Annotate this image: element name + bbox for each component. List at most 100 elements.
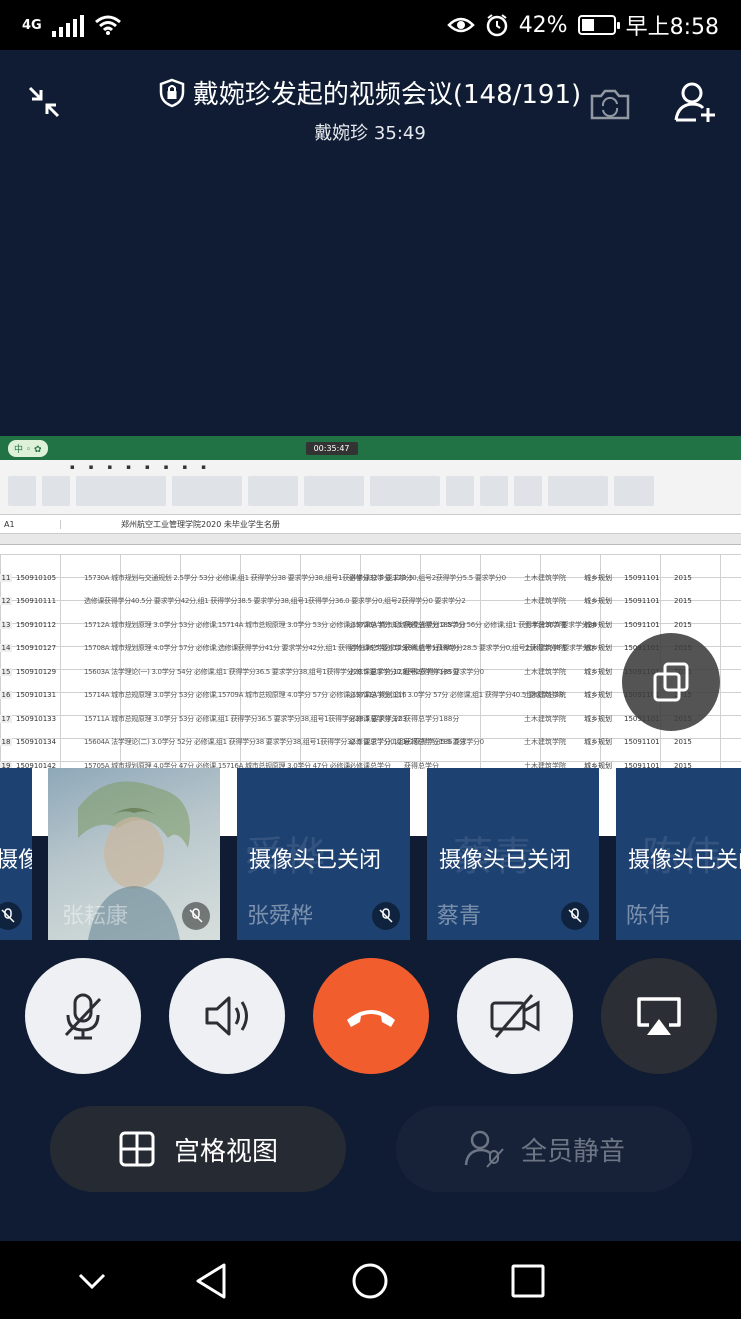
meeting-header: 戴婉珍发起的视频会议(148/191) 戴婉珍 35:49	[0, 50, 741, 160]
mic-off-icon	[372, 902, 400, 930]
camera-off-label: 摄像头已关闭	[0, 848, 32, 873]
meeting-title-row: 戴婉珍发起的视频会议(148/191)	[140, 74, 600, 111]
participant-tile[interactable]: 舜桦 摄像头已关闭 张舜桦	[237, 768, 410, 940]
excel-cell: 选修课获得学分40.5分 要求学分42分,组1 获得学分38.5 要求学分38,…	[84, 597, 466, 606]
participant-tile[interactable]: 陈伟 摄像头已关闭 陈伟	[616, 768, 741, 940]
excel-cell: 土木建筑学院	[524, 573, 566, 582]
excel-cell: 15712A 城市规划原理 3.0学分 53分 必修课,15714A 城市总规原…	[84, 620, 597, 629]
grid-view-label: 宫格视图	[173, 1136, 278, 1167]
excel-cell: 15730A 城市规划与交通规划 2.5学分 53分 必修课,组1 获得学分38…	[84, 573, 506, 582]
excel-cell: 150910133	[16, 714, 57, 723]
excel-cell: 2015	[674, 573, 692, 582]
participant-name: 蔡青	[437, 904, 482, 929]
hide-keyboard-icon[interactable]	[70, 1259, 114, 1303]
meeting-title: 戴婉珍发起的视频会议(148/191)	[192, 80, 582, 110]
camera-switch-icon[interactable]	[588, 86, 632, 122]
excel-cell: 城乡规划	[584, 738, 612, 747]
battery-percent: 42%	[518, 12, 568, 38]
battery-icon	[577, 15, 620, 35]
rotate-screen-icon	[653, 662, 689, 702]
excel-cell: 获得总学分188.5分	[404, 620, 467, 629]
excel-cell: 必修课总学分,123	[349, 714, 407, 723]
mic-off-icon	[0, 902, 22, 930]
excel-cell: 土木建筑学院	[524, 691, 566, 700]
home-icon[interactable]	[348, 1259, 392, 1303]
mute-mic-button[interactable]	[25, 958, 141, 1074]
signal-icon	[51, 13, 84, 37]
participant-tile[interactable]: 摄像头已关闭	[0, 768, 32, 940]
excel-cell: 获得总学分186.5分	[404, 738, 467, 747]
alarm-icon	[486, 14, 507, 37]
excel-cell: 2015	[674, 738, 692, 747]
network-type: 4G	[22, 17, 42, 33]
excel-cell: 土木建筑学院	[524, 714, 566, 723]
excel-ribbon: ▪ ▪ ▪ ▪ ▪ ▪ ▪ ▪	[0, 460, 741, 515]
mute-all-button[interactable]: 全员静音	[396, 1106, 692, 1192]
excel-titlebar: 中 ◦ ✿ 00:35:47	[0, 436, 741, 460]
excel-row: 17 150910133 15711A 城市总规原理 3.0学分 53分 必修课,组…	[0, 707, 741, 731]
excel-cell: 必修课总学分,123.5	[349, 573, 414, 582]
excel-cell: 城乡规划	[584, 597, 612, 606]
excel-cell: 城乡规划	[584, 714, 612, 723]
camera-off-label: 摄像头已关闭	[249, 848, 382, 873]
participant-tile[interactable]: 张耘康	[48, 768, 220, 940]
mute-all-icon	[464, 1130, 504, 1168]
excel-cell: 城乡规划	[584, 644, 612, 653]
excel-row: 13 150910112 15712A 城市规划原理 3.0学分 53分 必修课,1…	[0, 613, 741, 637]
excel-cell: 150910111	[16, 597, 57, 606]
excel-cell: 2015	[674, 620, 692, 629]
participant-name: 张耘康	[62, 904, 129, 929]
excel-cell: 15711A 城市总规原理 3.0学分 53分 必修课,组1 获得学分36.5 …	[84, 714, 403, 723]
excel-cell: 2015	[674, 597, 692, 606]
excel-cell: 15091101	[624, 597, 660, 606]
excel-cell: 16	[0, 691, 12, 700]
participant-tile[interactable]: 蔡青 摄像头已关闭 蔡青	[427, 768, 599, 940]
excel-cell: 13	[0, 620, 12, 629]
recents-icon[interactable]	[506, 1259, 550, 1303]
excel-cell: 必修课总学分,117.5	[349, 620, 414, 629]
excel-cell: 150910129	[16, 667, 57, 676]
shrink-icon[interactable]	[26, 84, 62, 120]
excel-cell: 15091101	[624, 573, 660, 582]
excel-cell: 11	[0, 573, 12, 582]
excel-cell: 18	[0, 738, 12, 747]
grid-view-button[interactable]: 宫格视图	[50, 1106, 346, 1192]
speaker-button[interactable]	[169, 958, 285, 1074]
participant-strip[interactable]: 摄像头已关闭 张耘康 舜桦 摄像头已关闭 张舜桦 蔡青 摄像头已关闭 蔡青 陈伟…	[0, 768, 741, 940]
excel-row: 18 150910134 15604A 法学理论(二) 3.0学分 52分 必修课,…	[0, 731, 741, 755]
mic-off-icon	[561, 902, 589, 930]
excel-cell: 150910112	[16, 620, 57, 629]
excel-cell: 15603A 法学理论(一) 3.0学分 54分 必修课,组1 获得学分36.5…	[84, 667, 484, 676]
rotate-screen-button[interactable]	[622, 633, 720, 731]
excel-cell: 15604A 法学理论(二) 3.0学分 52分 必修课,组1 获得学分38 要…	[84, 738, 484, 747]
add-participant-icon[interactable]	[672, 80, 718, 124]
excel-cell: 15091101	[624, 738, 660, 747]
excel-cell: 城乡规划	[584, 620, 612, 629]
excel-cell: 获得总学分185分	[404, 667, 460, 676]
shield-icon	[159, 78, 185, 107]
screen-share-button[interactable]	[601, 958, 717, 1074]
excel-cell: 城乡规划	[584, 573, 612, 582]
excel-cell: 必修课总学分,121	[349, 738, 407, 747]
hang-up-icon	[347, 1010, 395, 1027]
excel-cell: 12	[0, 597, 12, 606]
camera-toggle-button[interactable]	[457, 958, 573, 1074]
excel-cell: 获得总学分186分	[404, 644, 460, 653]
call-controls	[0, 956, 741, 1076]
excel-cell: 城乡规划	[584, 667, 612, 676]
excel-cell: 土木建筑学院	[524, 597, 566, 606]
excel-cell: 15708A 城市规划原理 4.0学分 57分 必修课,选修课获得学分41分 要…	[84, 644, 594, 653]
hang-up-button[interactable]	[313, 958, 429, 1074]
excel-cell: 获得总学分188分	[404, 714, 460, 723]
meeting-host-duration: 戴婉珍 35:49	[314, 123, 426, 144]
excel-cell: 15	[0, 667, 12, 676]
excel-cell: 14	[0, 644, 12, 653]
excel-cell: 必修课总学分,123	[349, 644, 407, 653]
back-icon[interactable]	[190, 1259, 234, 1303]
screen-share-icon	[637, 997, 681, 1035]
excel-cell: 土木建筑学院	[524, 644, 566, 653]
participant-name: 陈伟	[626, 904, 671, 929]
clock: 早上8:58	[625, 15, 719, 40]
camera-off-label: 摄像头已关闭	[628, 848, 741, 873]
mic-off-icon	[182, 902, 210, 930]
